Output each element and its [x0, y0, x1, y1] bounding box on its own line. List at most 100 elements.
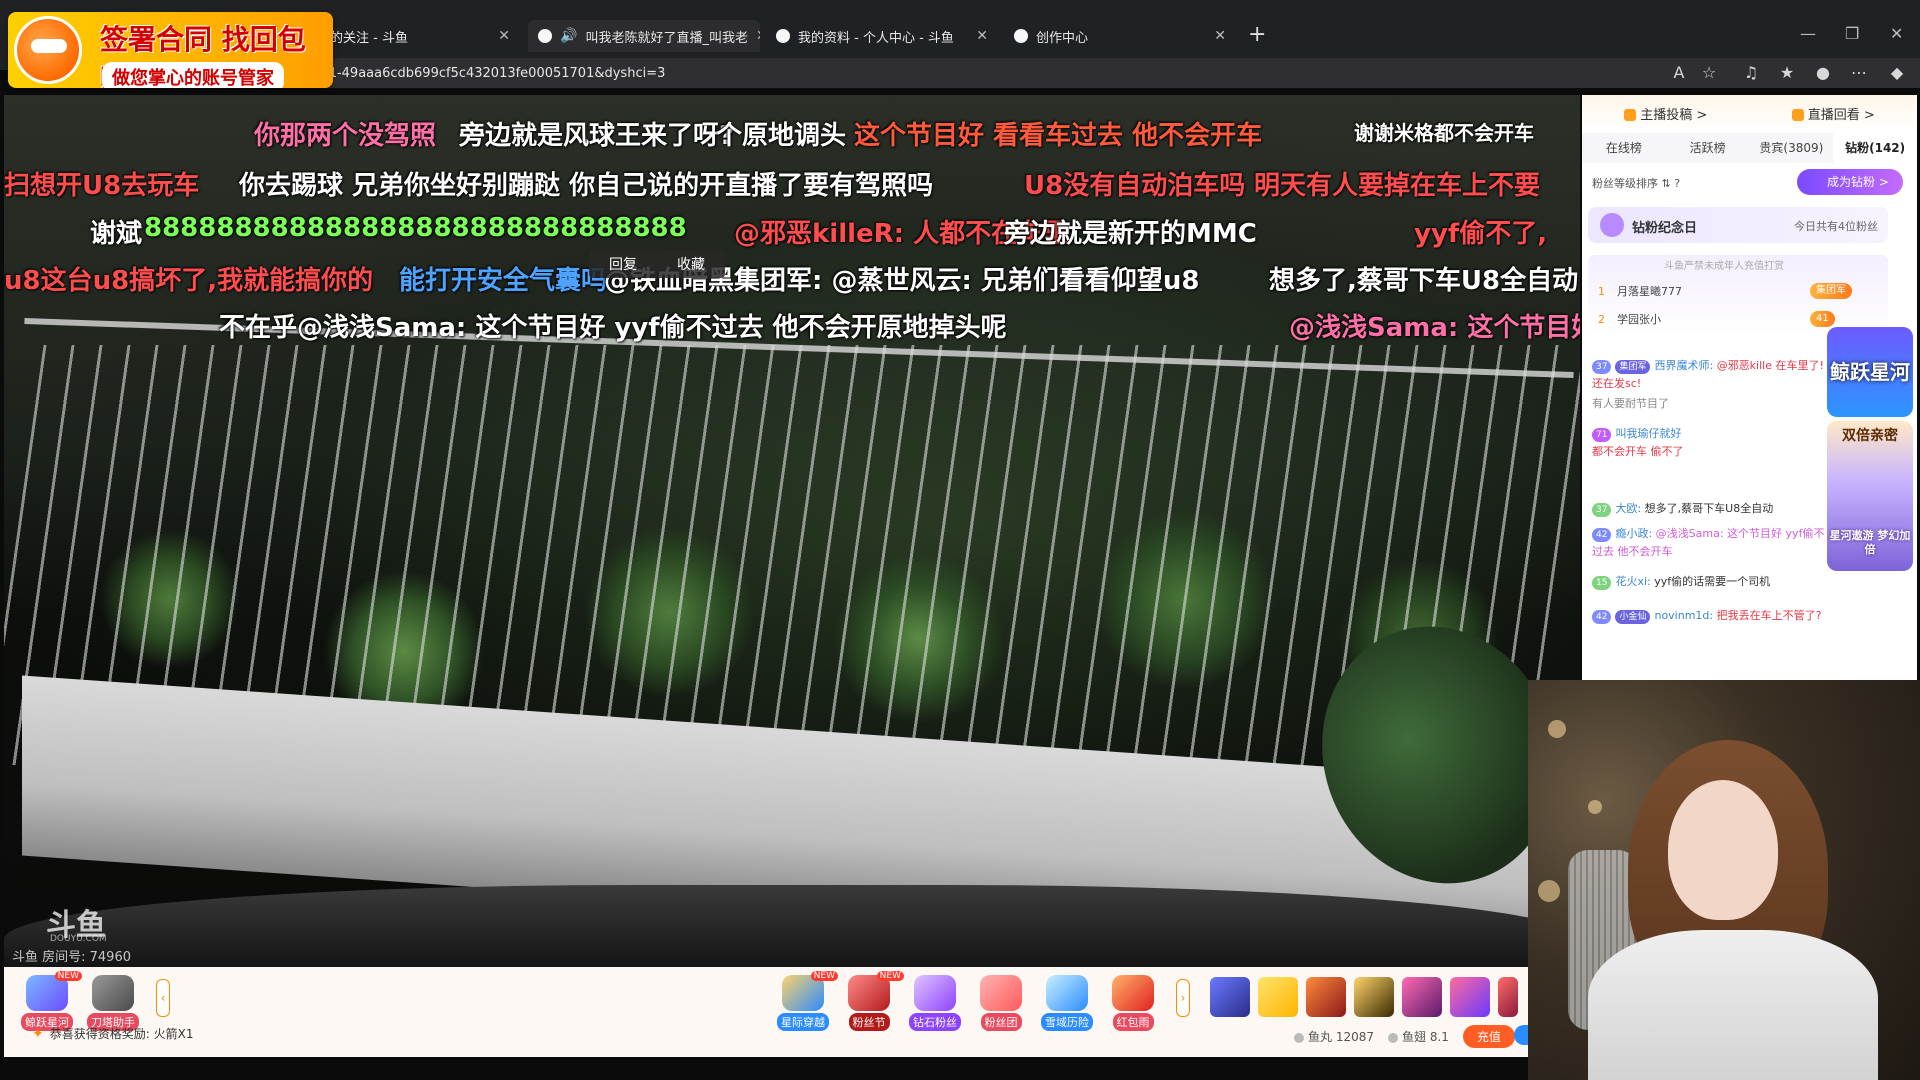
game-icon[interactable] — [1210, 977, 1250, 1017]
tool-label: 星际穿越 — [777, 1013, 829, 1031]
close-icon[interactable]: ✕ — [498, 28, 510, 44]
diamond-anniversary-card[interactable]: 钻粉纪念日 今日共有4位粉丝 — [1588, 207, 1888, 243]
danmaku-message: @浅浅Sama: 这个节目好 — [1289, 313, 1580, 343]
chat-message: 71 叫我瑜仔就好 都不会开车 偷不了 — [1592, 425, 1832, 461]
replay-link[interactable]: 直播回看 > — [1791, 104, 1875, 123]
game-icon[interactable] — [1354, 977, 1394, 1017]
game-icon[interactable] — [1498, 977, 1518, 1017]
danmaku-message: 谢谢米格都不会开车 — [1354, 121, 1534, 145]
douyu-favicon-icon — [538, 29, 552, 43]
ad-subline: 做您掌心的账号管家 — [102, 62, 284, 88]
close-icon[interactable]: ✕ — [976, 28, 988, 44]
streamer-submit-link[interactable]: 主播投稿 > — [1624, 104, 1707, 123]
tab-active-rank[interactable]: 活跃榜 — [1666, 133, 1750, 163]
anniversary-title: 钻粉纪念日 — [1632, 221, 1698, 236]
video-player[interactable]: 你那两个没驾照 旁边就是风球王来了呀? 个原地调头 这个节目好 看看车过去 他不… — [4, 95, 1580, 967]
dota-helper-button[interactable]: 刀塔助手 — [84, 975, 142, 1031]
close-icon[interactable]: ✕ — [1214, 28, 1226, 44]
expand-right-arrow-icon[interactable]: › — [1176, 979, 1190, 1017]
danmaku-message: u8这台u8搞坏了,我就能搞你的 — [4, 266, 374, 296]
tab-creator-center[interactable]: 创作中心 ✕ — [1004, 20, 1236, 52]
tab-following[interactable]: 的关注 - 斗鱼 ✕ — [320, 20, 520, 52]
chat-message: 42 小金仙 novinm1d: 把我丢在车上不管了? — [1592, 607, 1912, 625]
game-icon[interactable] — [1306, 977, 1346, 1017]
red-envelope-icon — [1112, 975, 1154, 1011]
chat-nickname[interactable]: 西界魔术师: — [1654, 359, 1713, 372]
diamond-fan-button[interactable]: 钻石粉丝 — [906, 975, 964, 1031]
chat-message: 37 大欧: 想多了,蔡哥下车U8全自动 — [1592, 500, 1832, 518]
jingyue-xinghe-promo[interactable]: 鲸跃星河 — [1827, 327, 1913, 417]
copilot-icon[interactable]: ◆ — [1886, 62, 1908, 84]
new-tab-plus-icon[interactable]: + — [1248, 22, 1266, 47]
bokeh-light — [1548, 720, 1566, 738]
tab-live-room[interactable]: 🔊 叫我老陈就好了直播_叫我老 ✕ — [528, 20, 760, 52]
chat-nickname[interactable]: 叫我瑜仔就好 — [1615, 427, 1681, 440]
yuwan-text: 鱼丸 12087 — [1308, 1030, 1374, 1044]
game-icon[interactable] — [1402, 977, 1442, 1017]
yuwan-count: 鱼丸 12087 — [1294, 1028, 1374, 1045]
more-menu-icon[interactable]: ⋯ — [1848, 62, 1870, 84]
tab-vip[interactable]: 贵宾(3809) — [1750, 133, 1834, 163]
minimize-icon[interactable]: — — [1800, 24, 1816, 43]
speaker-icon[interactable]: 🔊 — [560, 28, 577, 44]
danmaku-message: 想多了,蔡哥下车U8全自动 — [1269, 266, 1579, 296]
extensions-icon[interactable]: ♫ — [1740, 62, 1762, 84]
favorites-icon[interactable]: ★ — [1776, 62, 1798, 84]
fan-festival-button[interactable]: 粉丝节 NEW — [840, 971, 904, 1031]
danmaku-message: 不在乎@浅浅Sama: 这个节目好 yyf偷不过去 他不会开原地掉头呢 — [219, 313, 1007, 343]
streamer-webcam — [1528, 680, 1920, 1080]
snow-adventure-button[interactable]: 雪域历险 — [1038, 975, 1096, 1031]
account-service-ad-banner[interactable]: 签署合同 找回包赔 做您掌心的账号管家 — [8, 12, 333, 88]
restore-icon[interactable]: ❐ — [1845, 24, 1859, 43]
webcam-body — [1588, 930, 1878, 1080]
danmaku-context-menu: 回复 收藏 — [589, 250, 725, 278]
jingyue-xinghe-button[interactable]: 鲸跃星河 NEW — [18, 971, 82, 1031]
expand-left-arrow-icon[interactable]: ‹ — [156, 979, 170, 1017]
tool-label: 红包雨 — [1112, 1013, 1154, 1031]
promo-title: 双倍亲密 — [1842, 428, 1898, 444]
chat-nickname[interactable]: 瘾小政: — [1615, 527, 1652, 540]
favorite-star-icon[interactable]: ☆ — [1698, 62, 1720, 84]
tab-diamond-fans[interactable]: 钻粉(142) — [1833, 133, 1917, 163]
fan-tag: 集团军 — [1615, 360, 1651, 374]
level-badge: 37 — [1592, 503, 1612, 517]
dota-helper-icon — [92, 975, 134, 1011]
danmaku-message: yyf偷不了, — [1414, 219, 1548, 249]
rank-row[interactable]: 2 学园张小 — [1598, 311, 1661, 327]
help-icon[interactable]: ? — [1674, 177, 1680, 190]
tab-online-rank[interactable]: 在线榜 — [1582, 133, 1666, 163]
profile-avatar-icon[interactable]: ● — [1812, 62, 1834, 84]
xingji-chuanyue-button[interactable]: 星际穿越 NEW — [774, 971, 838, 1031]
window-close-icon[interactable]: ✕ — [1890, 24, 1903, 43]
charge-button[interactable]: 充值 — [1462, 1025, 1515, 1048]
danmaku-message: 能打开安全气囊吗 — [399, 266, 608, 296]
chat-nickname[interactable]: novinm1d: — [1654, 609, 1713, 622]
reply-menu-item[interactable]: 回复 — [589, 250, 657, 278]
game-icon[interactable] — [1258, 977, 1298, 1017]
level-badge: 37 — [1592, 360, 1612, 374]
read-aloud-icon[interactable]: A — [1668, 62, 1690, 84]
diamond-fan-icon — [914, 975, 956, 1011]
level-badge: 15 — [1592, 576, 1612, 590]
double-intimacy-promo[interactable]: 双倍亲密 星河遨游 梦幻加倍 — [1827, 421, 1913, 571]
sort-label[interactable]: 粉丝等级排序 ⇅ ? — [1592, 175, 1680, 191]
tab-profile[interactable]: 我的资料 - 个人中心 - 斗鱼 ✕ — [766, 20, 998, 52]
yuchi-text: 鱼翅 8.1 — [1402, 1030, 1449, 1044]
game-icon[interactable] — [1450, 977, 1490, 1017]
chat-nickname[interactable]: 大欧: — [1615, 502, 1641, 515]
danmaku-message: 888888888888888888888888888888 — [144, 213, 687, 243]
tab-label: 的关注 - 斗鱼 — [330, 30, 408, 46]
fan-club-button[interactable]: 粉丝团 — [972, 975, 1030, 1031]
chat-message: 42 瘾小政: @浅浅Sama: 这个节目好 yyf偷不过去 他不会开车 — [1592, 525, 1832, 561]
level-badge: 42 — [1592, 610, 1612, 624]
become-diamond-fan-button[interactable]: 成为钻粉 > — [1797, 169, 1903, 195]
snow-adventure-icon — [1046, 975, 1088, 1011]
favorite-menu-item[interactable]: 收藏 — [657, 250, 725, 278]
red-envelope-rain-button[interactable]: 红包雨 — [1104, 975, 1162, 1031]
close-icon[interactable]: ✕ — [756, 28, 760, 44]
danmaku-message: 明天有人要掉在车上不要 — [1254, 171, 1541, 201]
chat-nickname[interactable]: 花火xi: — [1615, 575, 1650, 588]
fan-club-icon — [980, 975, 1022, 1011]
chat-text: yyf偷的话需要一个司机 — [1654, 575, 1771, 588]
rank-row[interactable]: 1 月落星曦777 — [1598, 283, 1682, 299]
